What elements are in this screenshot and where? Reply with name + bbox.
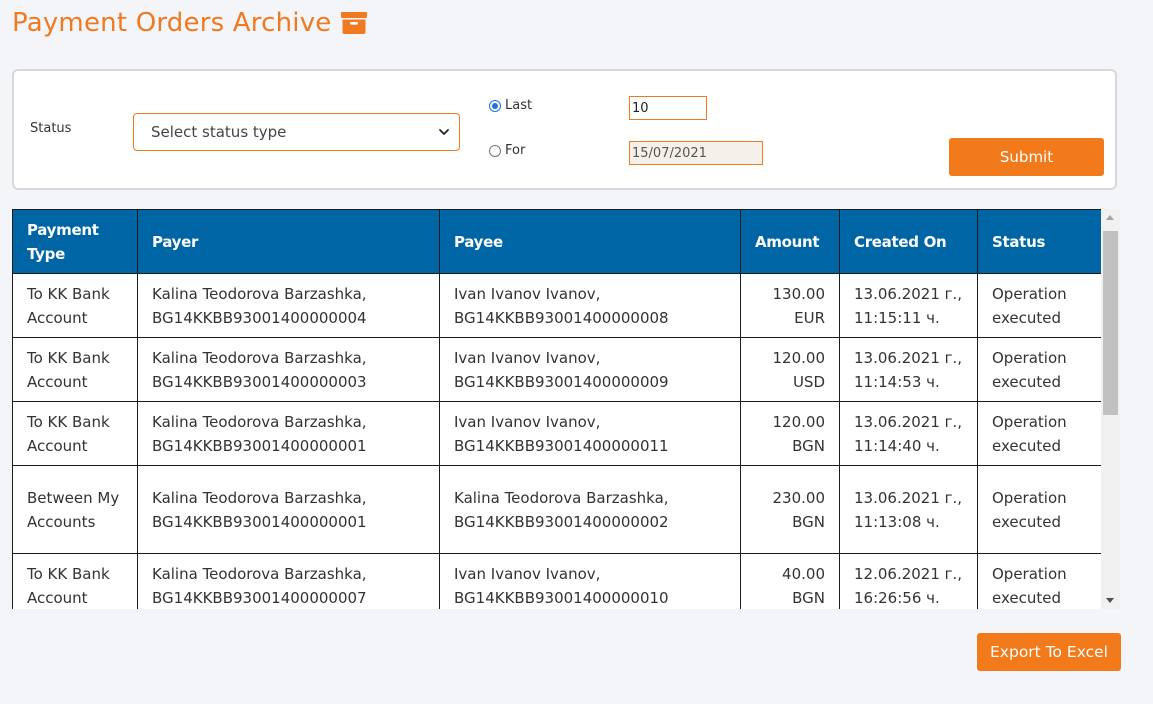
cell-payee: Ivan Ivanov Ivanov, BG14KKBB930014000000… [439,337,741,402]
last-count-input[interactable]: 10 [629,96,707,120]
last-radio[interactable] [489,99,501,112]
created-date: 13.06.2021 г., [854,284,963,303]
cell-payee: Ivan Ivanov Ivanov, BG14KKBB930014000000… [439,553,741,609]
table-row[interactable]: To KK Bank Account Kalina Teodorova Barz… [12,401,1102,466]
cell-payee: Kalina Teodorova Barzashka, BG14KKBB9300… [439,465,741,554]
column-header-payment-type[interactable]: Payment Type [12,209,138,274]
cell-status: Operation executed [977,553,1102,609]
status-select-value: Select status type [151,123,287,141]
last-label: Last [505,98,533,113]
for-radio[interactable] [489,144,501,157]
created-date: 13.06.2021 г., [854,412,963,431]
cell-created-on: 13.06.2021 г., 11:14:53 ч. [839,337,978,402]
submit-button[interactable]: Submit [949,138,1104,176]
cell-amount: 120.00 USD [740,337,840,402]
cell-amount: 120.00 BGN [740,401,840,466]
cell-payer: Kalina Teodorova Barzashka, BG14KKBB9300… [137,337,440,402]
page-title-text: Payment Orders Archive [12,8,332,38]
for-date-input[interactable]: 15/07/2021 [629,141,763,165]
cell-payee: Ivan Ivanov Ivanov, BG14KKBB930014000000… [439,401,741,466]
amount-value: 120.00 [772,412,826,431]
cell-created-on: 13.06.2021 г., 11:15:11 ч. [839,273,978,338]
last-option[interactable]: Last [489,98,532,113]
table-row[interactable]: To KK Bank Account Kalina Teodorova Barz… [12,273,1102,338]
table-row[interactable]: Between My Accounts Kalina Teodorova Bar… [12,465,1102,554]
amount-value: 40.00 [782,564,825,583]
page-title: Payment Orders Archive [12,8,368,38]
amount-currency: EUR [794,308,825,327]
status-select[interactable]: Select status type [133,113,460,151]
amount-currency: BGN [792,588,825,607]
amount-value: 130.00 [772,284,826,303]
amount-currency: BGN [792,512,825,531]
cell-amount: 40.00 BGN [740,553,840,609]
amount-value: 230.00 [772,488,826,507]
export-to-excel-button[interactable]: Export To Excel [977,633,1121,671]
cell-status: Operation executed [977,273,1102,338]
cell-payer: Kalina Teodorova Barzashka, BG14KKBB9300… [137,553,440,609]
created-date: 13.06.2021 г., [854,488,963,507]
cell-created-on: 12.06.2021 г., 16:26:56 ч. [839,553,978,609]
cell-payment-type: To KK Bank Account [12,337,138,402]
cell-payee: Ivan Ivanov Ivanov, BG14KKBB930014000000… [439,273,741,338]
scroll-thumb[interactable] [1103,231,1118,415]
cell-payment-type: To KK Bank Account [12,553,138,609]
cell-payment-type: To KK Bank Account [12,273,138,338]
cell-payment-type: To KK Bank Account [12,401,138,466]
chevron-down-icon [439,129,449,135]
created-time: 11:14:53 ч. [854,372,940,391]
created-date: 13.06.2021 г., [854,348,963,367]
column-header-amount[interactable]: Amount [740,209,840,274]
cell-amount: 230.00 BGN [740,465,840,554]
cell-payer: Kalina Teodorova Barzashka, BG14KKBB9300… [137,401,440,466]
cell-status: Operation executed [977,401,1102,466]
amount-currency: USD [792,372,825,391]
cell-payer: Kalina Teodorova Barzashka, BG14KKBB9300… [137,273,440,338]
status-label: Status [30,121,72,136]
created-time: 11:13:08 ч. [854,512,940,531]
cell-created-on: 13.06.2021 г., 11:14:40 ч. [839,401,978,466]
table-row[interactable]: To KK Bank Account Kalina Teodorova Barz… [12,553,1102,609]
amount-value: 120.00 [772,348,826,367]
created-time: 16:26:56 ч. [854,588,940,607]
orders-table-container: Payment Type Payer Payee Amount Created … [12,209,1121,609]
created-time: 11:14:40 ч. [854,436,940,455]
for-option[interactable]: For [489,143,525,158]
cell-status: Operation executed [977,465,1102,554]
cell-amount: 130.00 EUR [740,273,840,338]
scroll-up-arrow-icon[interactable] [1106,215,1114,220]
table-header-row: Payment Type Payer Payee Amount Created … [12,209,1102,274]
amount-currency: BGN [792,436,825,455]
orders-table: Payment Type Payer Payee Amount Created … [12,209,1102,609]
scroll-down-arrow-icon[interactable] [1106,598,1114,603]
table-row[interactable]: To KK Bank Account Kalina Teodorova Barz… [12,337,1102,402]
column-header-status[interactable]: Status [977,209,1102,274]
cell-payment-type: Between My Accounts [12,465,138,554]
created-date: 12.06.2021 г., [854,564,963,583]
cell-payer: Kalina Teodorova Barzashka, BG14KKBB9300… [137,465,440,554]
column-header-created-on[interactable]: Created On [839,209,978,274]
cell-status: Operation executed [977,337,1102,402]
for-label: For [505,143,526,158]
archive-box-icon [341,12,368,34]
table-scrollbar[interactable] [1101,209,1120,609]
column-header-payee[interactable]: Payee [439,209,741,274]
created-time: 11:15:11 ч. [854,308,940,327]
column-header-payer[interactable]: Payer [137,209,440,274]
filter-panel: Status Select status type Last 10 For 15… [12,69,1117,190]
cell-created-on: 13.06.2021 г., 11:13:08 ч. [839,465,978,554]
